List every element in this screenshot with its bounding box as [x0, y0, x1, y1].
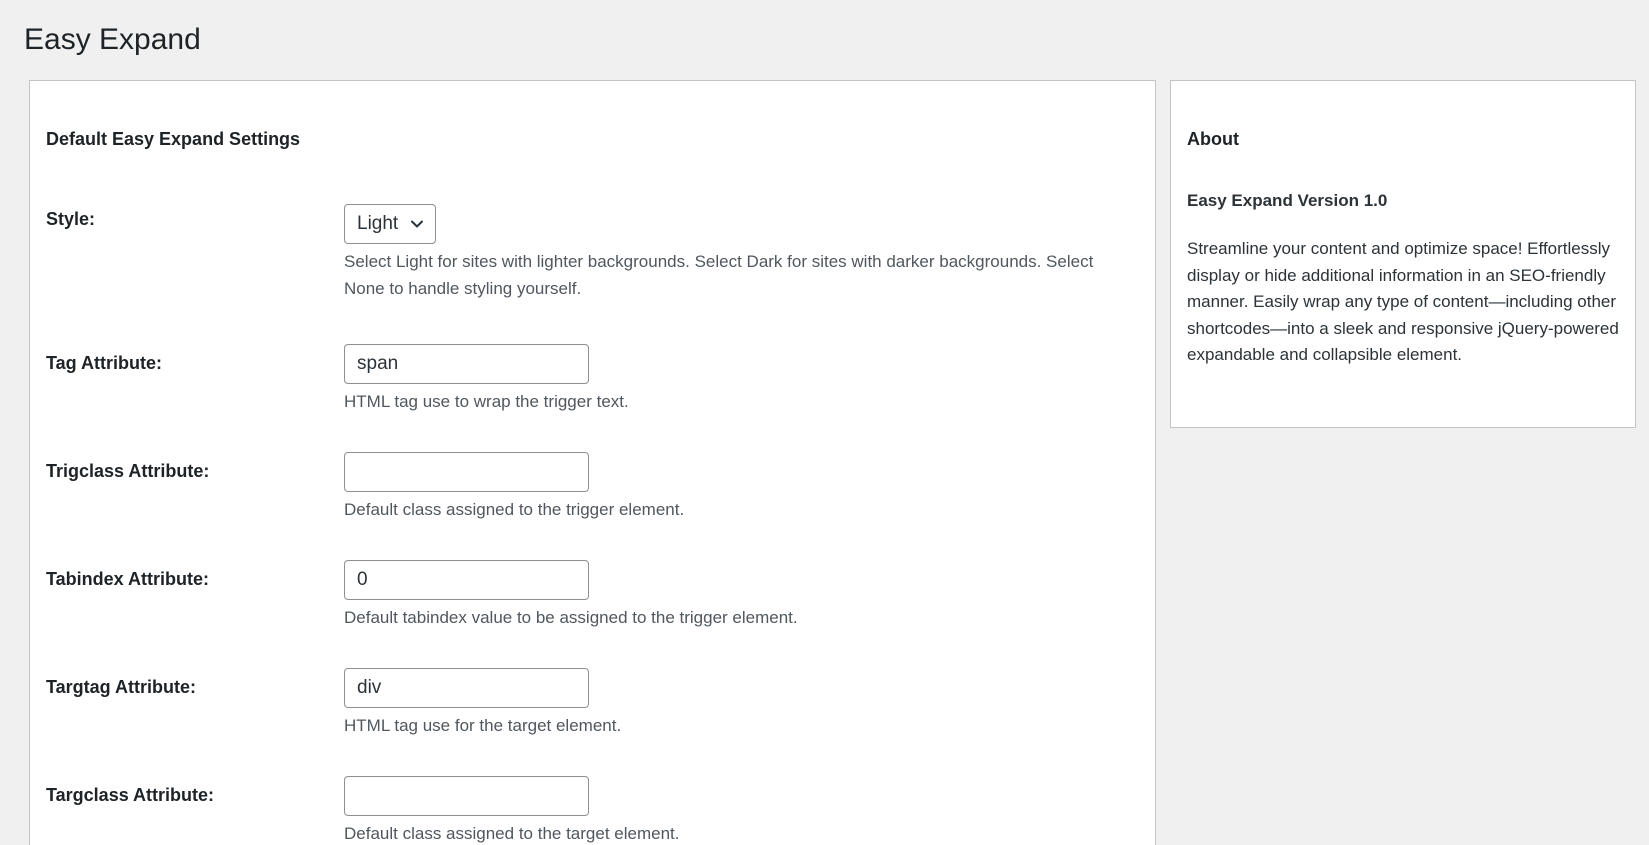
chevron-down-icon: [411, 220, 423, 228]
admin-page: Easy Expand Default Easy Expand Settings…: [0, 0, 1649, 845]
style-select[interactable]: Light: [344, 204, 436, 244]
settings-section-title: Default Easy Expand Settings: [46, 129, 301, 149]
trigclass-field: Default class assigned to the trigger el…: [344, 452, 1124, 523]
tag-field: HTML tag use to wrap the trigger text.: [344, 344, 1124, 415]
trigclass-description: Default class assigned to the trigger el…: [344, 500, 685, 519]
targtag-input[interactable]: [344, 668, 589, 708]
tag-label: Tag Attribute:: [46, 353, 162, 373]
tabindex-field: Default tabindex value to be assigned to…: [344, 560, 1124, 631]
style-label: Style:: [46, 209, 96, 229]
style-field: Light Select Light for sites with lighte…: [344, 204, 1124, 302]
about-description: Streamline your content and optimize spa…: [1187, 239, 1619, 364]
about-title: About: [1187, 129, 1239, 149]
trigclass-label: Trigclass Attribute:: [46, 461, 210, 481]
tabindex-description: Default tabindex value to be assigned to…: [344, 608, 798, 627]
targtag-field: HTML tag use for the target element.: [344, 668, 1124, 739]
tag-input[interactable]: [344, 344, 589, 384]
style-select-value: Light: [357, 213, 399, 234]
about-version: Easy Expand Version 1.0: [1187, 191, 1388, 210]
settings-panel: Default Easy Expand Settings Style: Ligh…: [29, 80, 1156, 845]
style-description: Select Light for sites with lighter back…: [344, 252, 1094, 298]
targclass-description: Default class assigned to the target ele…: [344, 824, 680, 843]
tabindex-input[interactable]: [344, 560, 589, 600]
tag-description: HTML tag use to wrap the trigger text.: [344, 392, 629, 411]
tabindex-label: Tabindex Attribute:: [46, 569, 209, 589]
targclass-label: Targclass Attribute:: [46, 785, 215, 805]
page-title: Easy Expand: [24, 23, 201, 56]
targclass-field: Default class assigned to the target ele…: [344, 776, 1124, 845]
targtag-description: HTML tag use for the target element.: [344, 716, 622, 735]
about-panel: About Easy Expand Version 1.0 Streamline…: [1170, 80, 1636, 428]
trigclass-input[interactable]: [344, 452, 589, 492]
targclass-input[interactable]: [344, 776, 589, 816]
targtag-label: Targtag Attribute:: [46, 677, 196, 697]
